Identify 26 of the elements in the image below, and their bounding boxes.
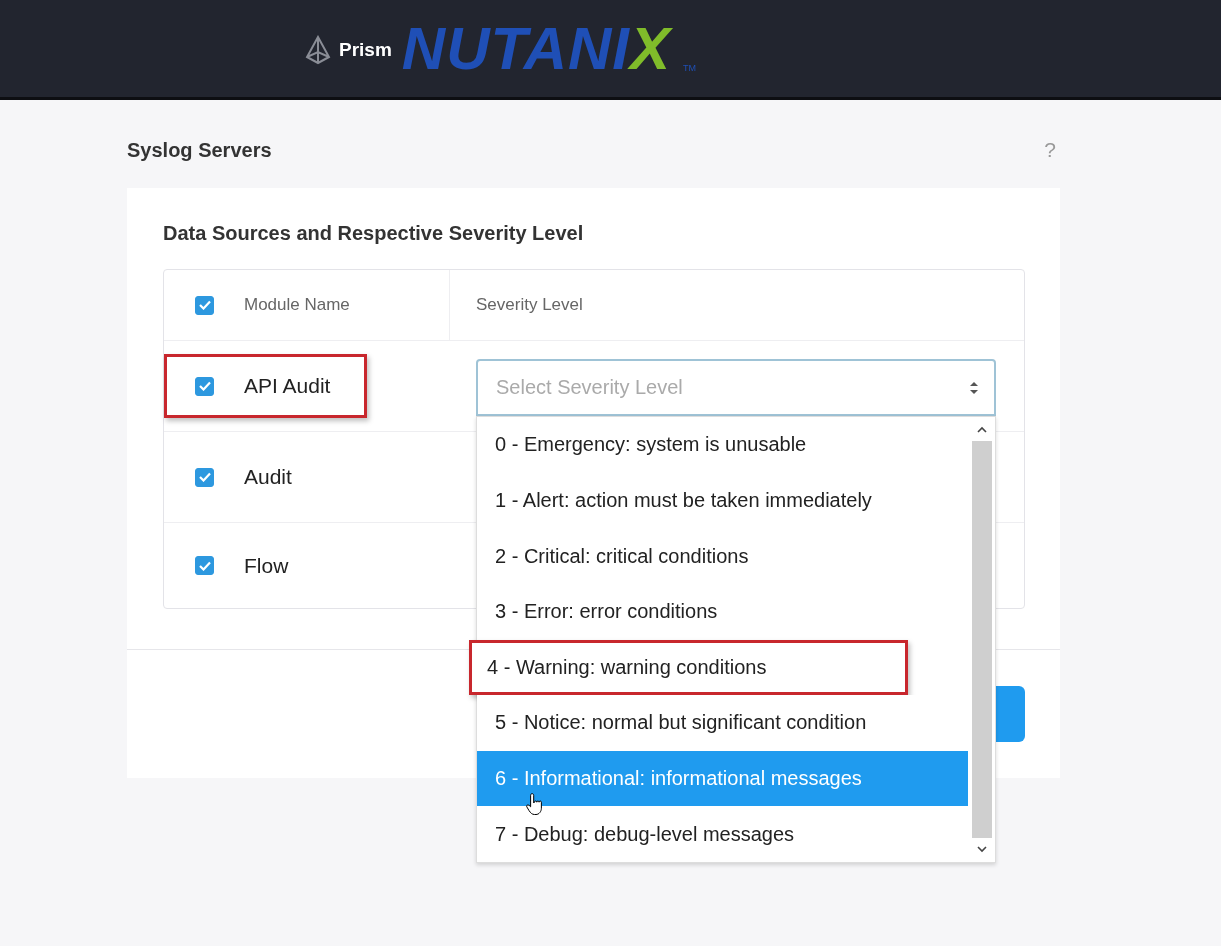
module-name: Audit: [244, 465, 292, 489]
check-icon: [198, 300, 211, 310]
module-name: API Audit: [244, 374, 331, 398]
scrollbar[interactable]: [968, 417, 995, 862]
dropdown-option[interactable]: 7 - Debug: debug-level messages: [477, 806, 968, 862]
column-header: Module Name: [244, 295, 350, 315]
product-name: Prism: [339, 38, 392, 61]
column-header: Severity Level: [476, 295, 583, 315]
check-icon: [198, 381, 211, 391]
logo-wordmark: NUTANIX: [401, 18, 672, 79]
check-icon: [198, 472, 211, 482]
checkbox[interactable]: [195, 556, 214, 575]
scroll-up-icon[interactable]: [975, 425, 988, 435]
checkbox[interactable]: [195, 376, 214, 396]
dropdown-option[interactable]: 4 - Warning: warning conditions: [469, 639, 908, 696]
page-title: Syslog Servers: [127, 138, 272, 162]
trademark: TM: [683, 62, 697, 73]
sort-arrows-icon: [970, 380, 978, 395]
module-name: Flow: [244, 553, 289, 578]
checkbox[interactable]: [195, 295, 214, 315]
check-icon: [198, 560, 211, 571]
dropdown-option[interactable]: 0 - Emergency: system is unusable: [477, 417, 968, 473]
scroll-down-icon[interactable]: [975, 844, 988, 854]
section-title: Data Sources and Respective Severity Level: [163, 222, 585, 245]
checkbox[interactable]: [195, 467, 214, 487]
prism-icon: [305, 34, 331, 65]
